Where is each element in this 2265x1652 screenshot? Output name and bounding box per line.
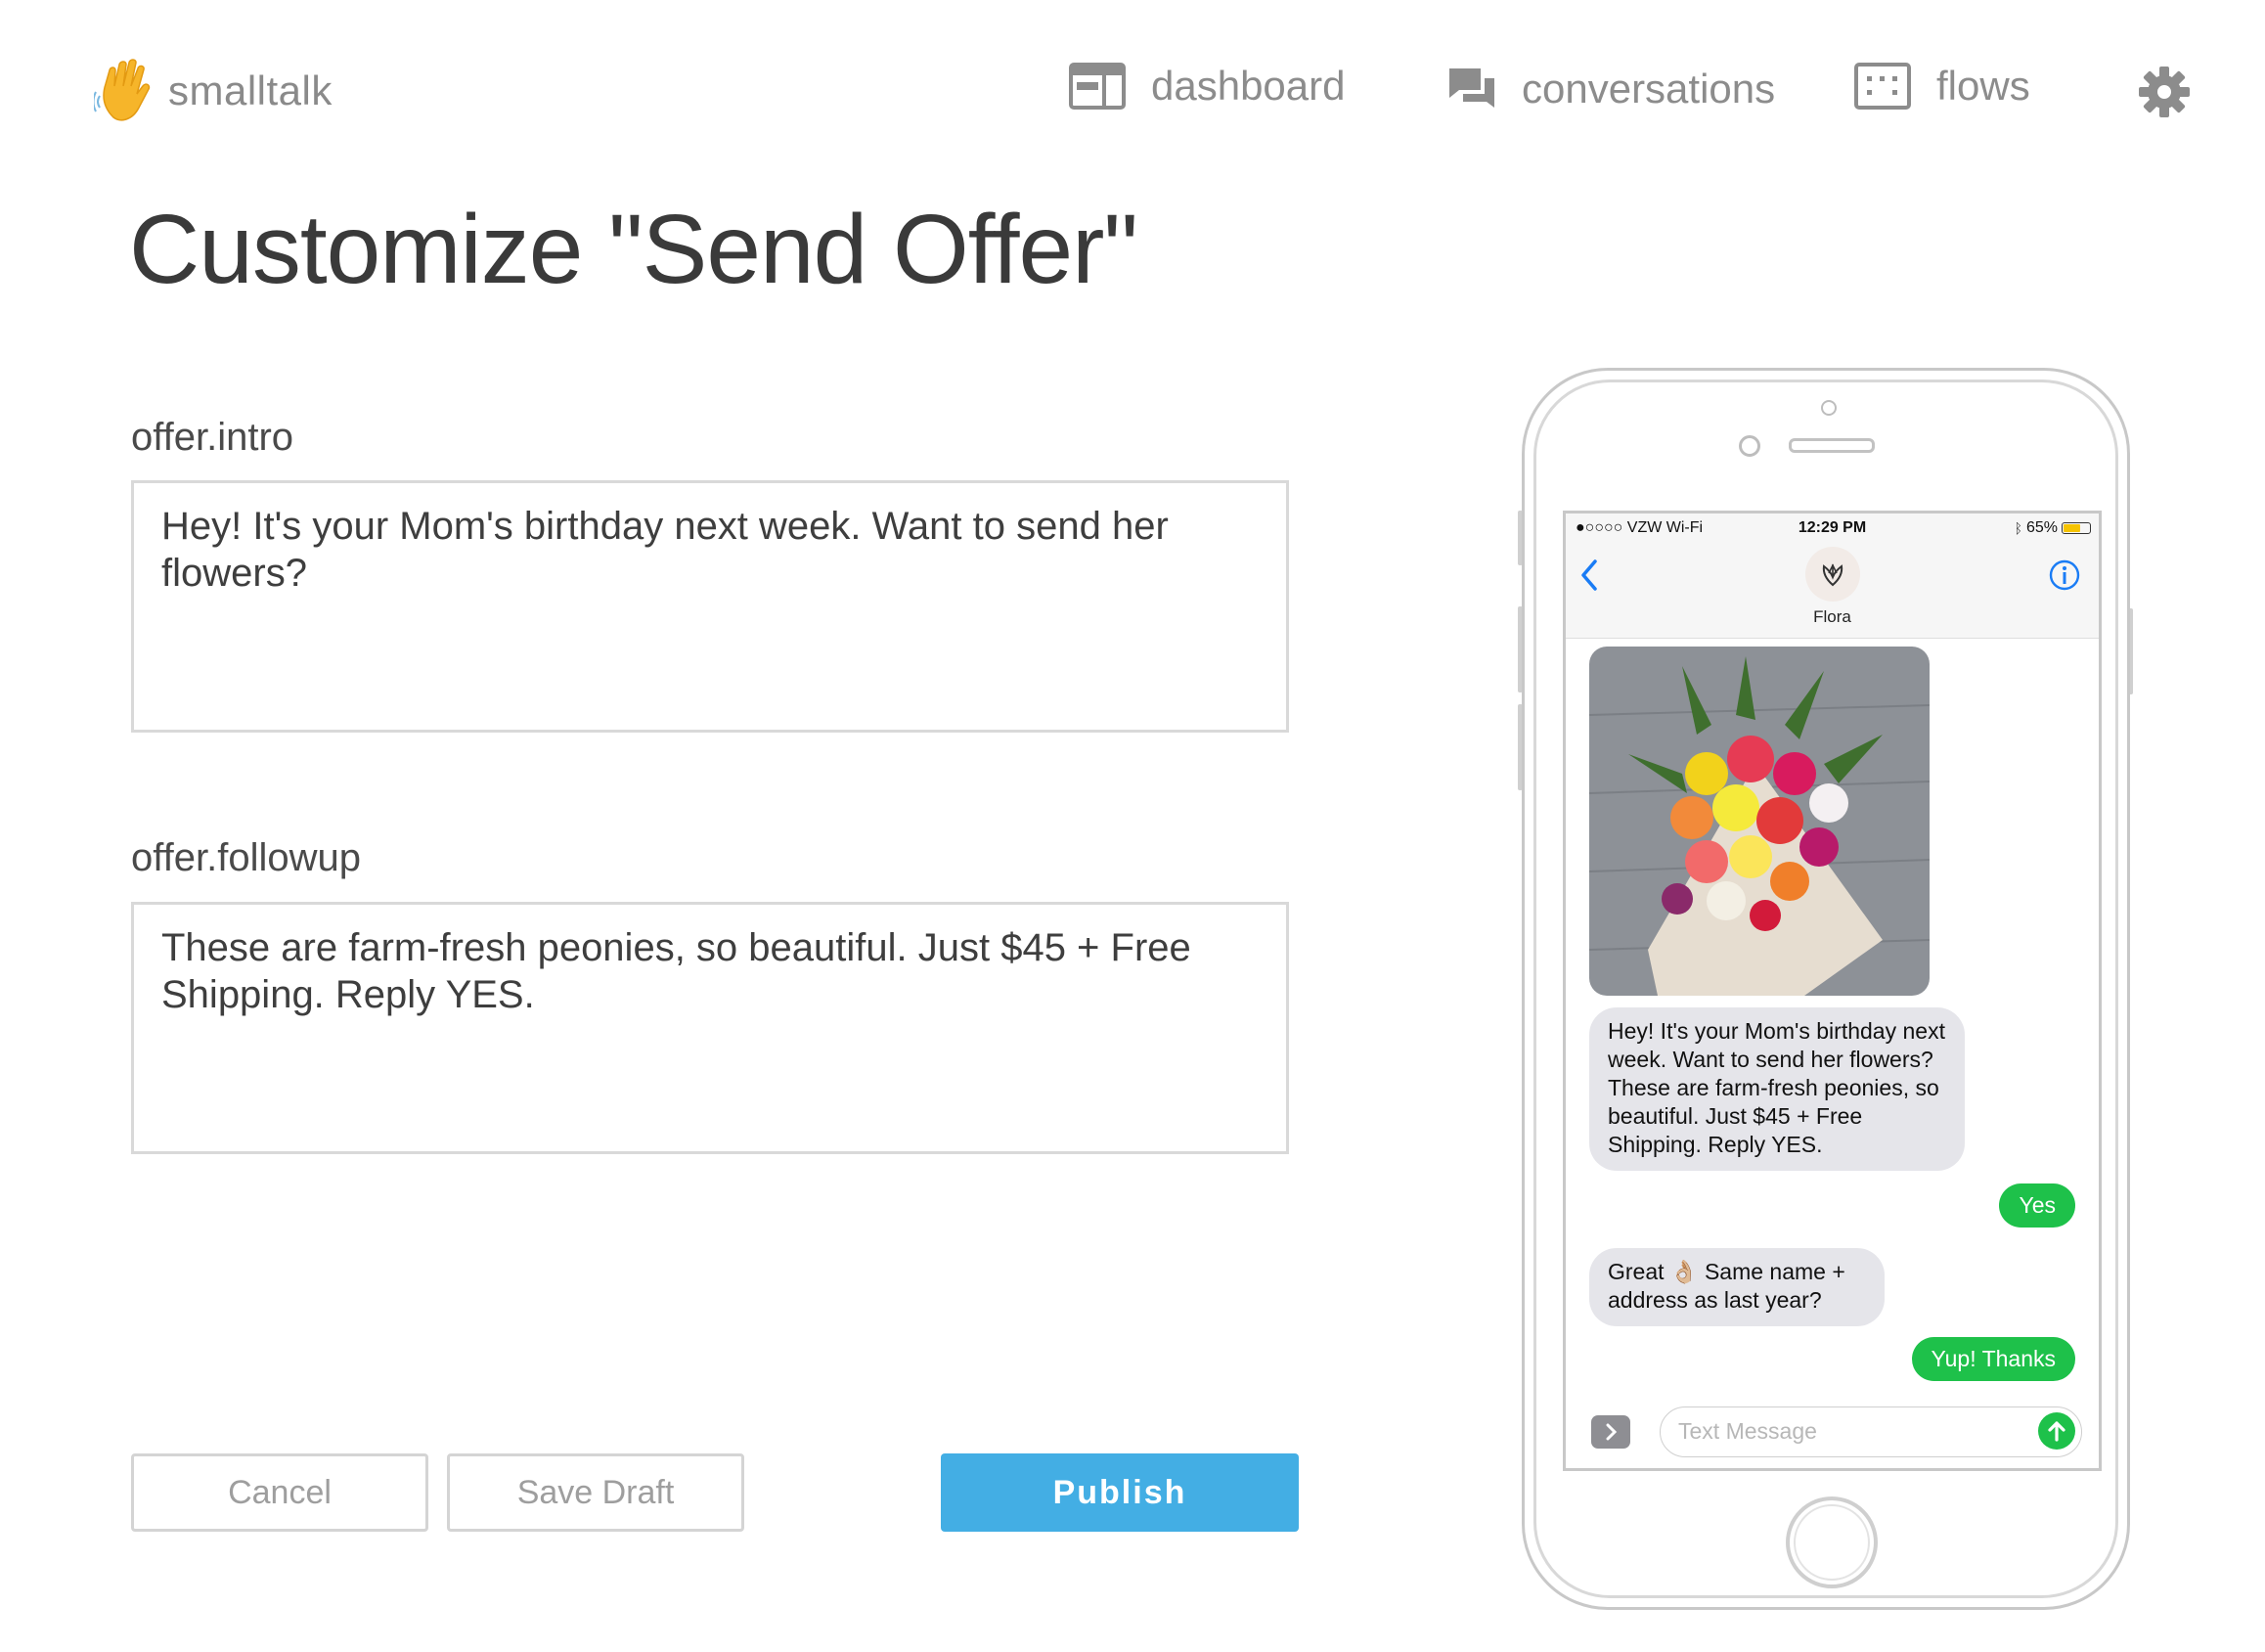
nav-conversations[interactable]: conversations [1447, 65, 1775, 113]
publish-button[interactable]: Publish [941, 1453, 1299, 1532]
nav-dashboard[interactable]: dashboard [1069, 63, 1346, 110]
settings-button[interactable] [2138, 66, 2191, 118]
message-input[interactable]: Text Message [1660, 1406, 2082, 1457]
intro-textarea[interactable]: Hey! It's your Mom's birthday next week.… [131, 480, 1289, 733]
message-bubble-outgoing: Yes [1999, 1183, 2075, 1228]
dashboard-icon [1069, 63, 1126, 110]
messages-header: ●○○○○ VZW Wi-Fi 12:29 PM ᛒ 65% Flora [1566, 513, 2099, 639]
apps-chevron-icon [1606, 1423, 1618, 1441]
nav-flows[interactable]: flows [1854, 63, 2030, 110]
apps-button[interactable] [1591, 1415, 1630, 1449]
contact-name: Flora [1813, 607, 1851, 626]
battery-icon [2062, 522, 2091, 534]
chat-icon [1449, 68, 1494, 108]
send-button[interactable] [2038, 1412, 2075, 1450]
cancel-button[interactable]: Cancel [131, 1453, 428, 1532]
message-bubble-outgoing: Yup! Thanks [1911, 1337, 2075, 1381]
app-name: smalltalk [168, 67, 333, 113]
message-bubble-incoming: Hey! It's your Mom's birthday next week.… [1589, 1007, 1965, 1171]
phone-sensor [1821, 400, 1837, 416]
app-logo[interactable]: smalltalk [94, 57, 333, 125]
status-battery: ᛒ 65% [2015, 519, 2091, 537]
followup-textarea[interactable]: These are farm-fresh peonies, so beautif… [131, 902, 1289, 1154]
intro-label: offer.intro [131, 416, 294, 459]
bluetooth-icon: ᛒ [2014, 520, 2022, 536]
flower-photo [1589, 647, 1930, 996]
nav-flows-label: flows [1936, 63, 2030, 109]
back-chevron-icon[interactable] [1579, 558, 1599, 592]
send-arrow-icon [2048, 1421, 2065, 1442]
followup-label: offer.followup [131, 836, 361, 879]
info-icon[interactable] [2048, 558, 2081, 592]
battery-percent: 65% [2025, 519, 2058, 536]
gear-icon [2139, 67, 2190, 117]
waving-hand-icon [94, 59, 151, 121]
nav-dashboard-label: dashboard [1151, 63, 1346, 109]
phone-speaker [1789, 438, 1875, 453]
save-draft-button[interactable]: Save Draft [447, 1453, 744, 1532]
message-input-placeholder: Text Message [1678, 1418, 1817, 1444]
page-title: Customize "Send Offer" [129, 195, 1138, 304]
phone-screen: ●○○○○ VZW Wi-Fi 12:29 PM ᛒ 65% Flora Hey… [1563, 511, 2102, 1471]
flora-logo-icon [1822, 563, 1843, 587]
flows-icon [1854, 63, 1911, 110]
phone-home-button [1786, 1496, 1878, 1588]
contact-avatar[interactable] [1805, 547, 1860, 602]
nav-conversations-label: conversations [1522, 66, 1776, 112]
phone-camera [1739, 435, 1760, 457]
message-bubble-incoming: Great 👌🏼 Same name + address as last yea… [1589, 1248, 1885, 1326]
